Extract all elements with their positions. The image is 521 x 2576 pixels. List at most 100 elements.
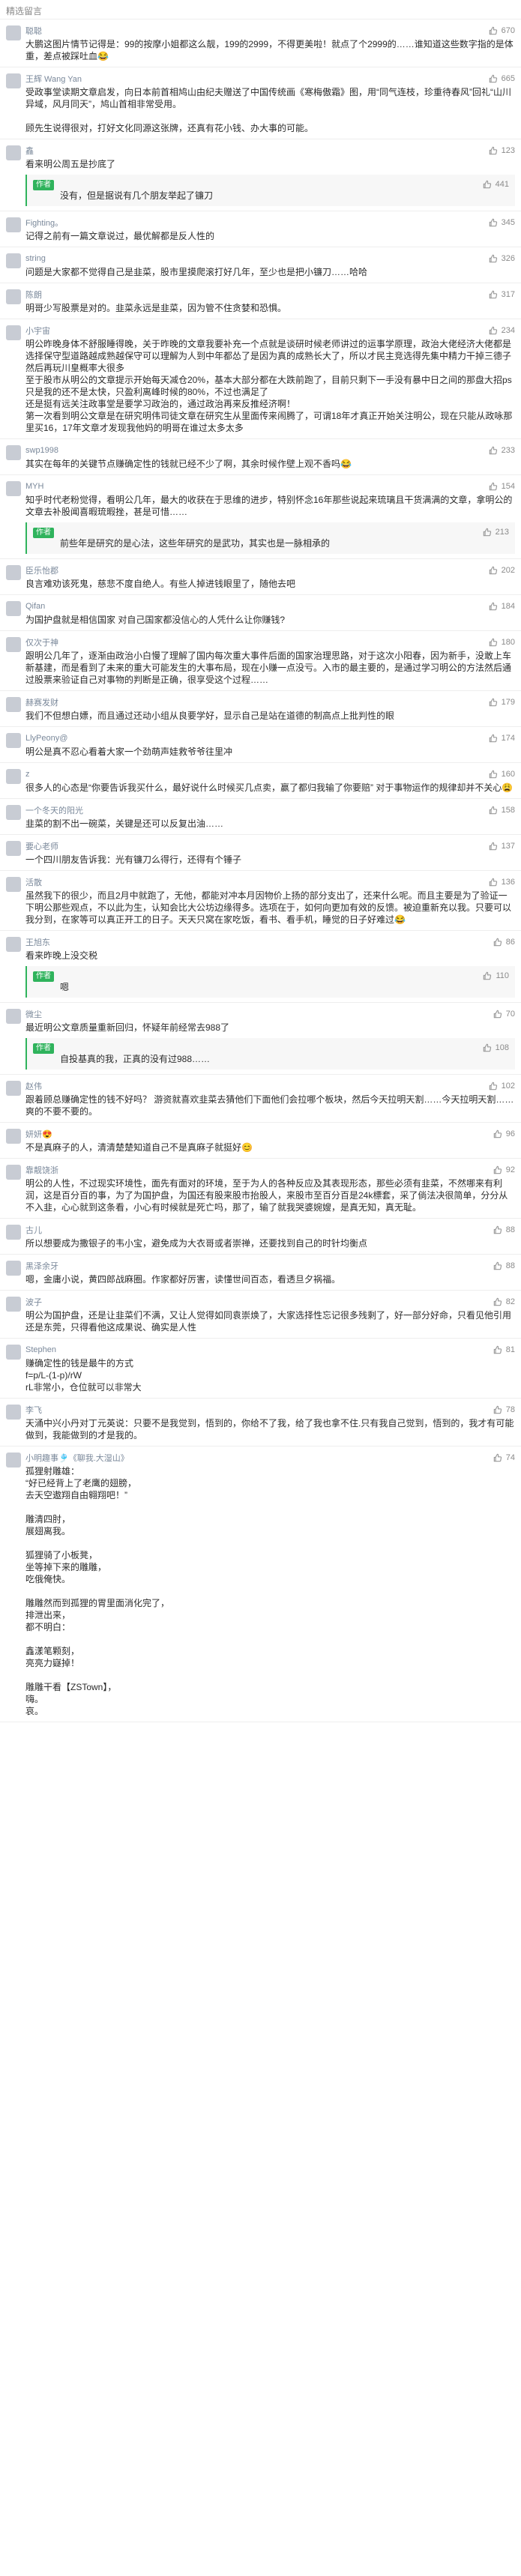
avatar[interactable] [6,637,21,652]
comment-author[interactable]: 赵伟 [25,1080,42,1092]
comment-item: 古儿 88 所以想要成为撒银子的韦小宝，避免成为大衣哥或者崇禅，还要找到自己的时针均… [0,1219,521,1255]
reply-like-button[interactable]: 441 [482,179,509,190]
comment-body: 李飞 78 天涌中兴小丹对丁元英说：只要不是我觉到，悟到的，你给不了我，给了我也拿不… [25,1405,515,1441]
comment-author[interactable]: 小明趣事🎐《聊我.大湿山》 [25,1452,129,1464]
avatar[interactable] [6,481,21,496]
reply-text: 前些年是研究的是心法，这些年研究的是武功，其实也是一脉相承的 [60,538,331,549]
like-button[interactable]: 96 [493,1129,515,1139]
avatar[interactable] [6,877,21,892]
like-button[interactable]: 81 [493,1345,515,1355]
avatar[interactable] [6,937,21,952]
comment-author[interactable]: 李飞 [25,1404,42,1416]
like-button[interactable]: 174 [488,733,515,743]
avatar[interactable] [6,805,21,820]
like-button[interactable]: 92 [493,1165,515,1175]
like-button[interactable]: 70 [493,1009,515,1019]
avatar[interactable] [6,1297,21,1312]
comment-author[interactable]: 王辉 Wang Yan [25,73,82,85]
like-button[interactable]: 670 [488,25,515,36]
comment-author[interactable]: Stephen [25,1345,56,1354]
avatar[interactable] [6,1261,21,1276]
comment-author[interactable]: 靠靓饶浙 [25,1164,58,1176]
avatar[interactable] [6,1009,21,1024]
comment-author[interactable]: 臣乐怡郡 [25,564,58,576]
comment-author[interactable]: z [25,770,30,779]
comment-author[interactable]: string [25,254,46,263]
like-button[interactable]: 202 [488,565,515,576]
avatar[interactable] [6,769,21,784]
reply-like-button[interactable]: 213 [482,527,509,537]
comment-author[interactable]: 要心老师 [25,840,58,852]
avatar[interactable] [6,25,21,40]
comment-author[interactable]: 陈朗 [25,289,42,301]
comment-author[interactable]: 妍妍😍 [25,1128,52,1140]
like-button[interactable]: 345 [488,217,515,228]
author-badge: 作者 [33,528,54,538]
like-button[interactable]: 180 [488,637,515,648]
like-button[interactable]: 82 [493,1297,515,1307]
avatar[interactable] [6,1453,21,1468]
like-button[interactable]: 74 [493,1453,515,1463]
comment-author[interactable]: 王旭东 [25,936,50,948]
comment-author[interactable]: 黑泽余牙 [25,1260,58,1272]
comment-author[interactable]: MYH [25,482,43,491]
avatar[interactable] [6,289,21,304]
avatar[interactable] [6,253,21,268]
like-button[interactable]: 154 [488,481,515,492]
comment-author[interactable]: 赫赛发财 [25,696,58,708]
like-button[interactable]: 158 [488,805,515,815]
comment-author[interactable]: 小宇宙 [25,325,50,337]
comment-author[interactable]: LlyPeony@ [25,734,67,743]
like-button[interactable]: 78 [493,1405,515,1415]
comment-header: LlyPeony@ 174 [25,733,515,743]
like-button[interactable]: 123 [488,145,515,156]
comment-author[interactable]: Qifan [25,602,45,611]
comment-author[interactable]: 一个冬天的阳光 [25,804,83,816]
like-button[interactable]: 234 [488,325,515,336]
like-button[interactable]: 137 [488,841,515,851]
like-button[interactable]: 102 [488,1081,515,1091]
avatar[interactable] [6,325,21,340]
reply-like-button[interactable]: 108 [482,1043,509,1053]
comment-author[interactable]: 波子 [25,1296,42,1308]
comment-author[interactable]: 微尘 [25,1008,42,1020]
avatar[interactable] [6,1129,21,1144]
comment-author[interactable]: 聪聪 [25,25,42,37]
avatar[interactable] [6,697,21,712]
avatar[interactable] [6,601,21,616]
like-button[interactable]: 233 [488,445,515,456]
like-button[interactable]: 136 [488,877,515,887]
avatar[interactable] [6,1225,21,1240]
like-button[interactable]: 160 [488,769,515,779]
avatar[interactable] [6,733,21,748]
like-button[interactable]: 326 [488,253,515,264]
comment-author[interactable]: 古儿 [25,1224,42,1236]
avatar[interactable] [6,841,21,856]
avatar[interactable] [6,145,21,160]
like-button[interactable]: 184 [488,601,515,612]
like-button[interactable]: 665 [488,73,515,84]
avatar[interactable] [6,217,21,232]
comment-author[interactable]: 仅次于神 [25,636,58,648]
comment-author[interactable]: 活散 [25,876,42,888]
comment-author[interactable]: Fighting。 [25,217,63,229]
like-button[interactable]: 88 [493,1261,515,1271]
avatar[interactable] [6,445,21,460]
comment-text: 一个四川朋友告诉我：光有镰刀么得行，还得有个锤子 [25,854,242,865]
like-button[interactable]: 88 [493,1225,515,1235]
comment-item: 活散 136 虽然我下的很少，而且2月中就跑了，无他，都能对冲本月因物价上扬的部分支… [0,871,521,931]
reply-like-button[interactable]: 110 [482,971,509,981]
avatar[interactable] [6,1081,21,1096]
comment-body: 小宇宙 234 明公昨晚身体不舒服睡得晚，关于昨晚的文章我要补充一个点就是谈研时候老… [25,325,515,434]
comment-text: 明公昨晚身体不舒服睡得晚，关于昨晚的文章我要补充一个点就是谈研时候老师讲过的运事… [25,339,513,433]
like-button[interactable]: 179 [488,697,515,708]
avatar[interactable] [6,1165,21,1180]
avatar[interactable] [6,1345,21,1360]
like-button[interactable]: 86 [493,937,515,947]
like-button[interactable]: 317 [488,289,515,300]
comment-author[interactable]: swp1998 [25,446,58,455]
comment-author[interactable]: 鑫 [25,145,34,157]
avatar[interactable] [6,1405,21,1420]
avatar[interactable] [6,73,21,88]
avatar[interactable] [6,565,21,580]
